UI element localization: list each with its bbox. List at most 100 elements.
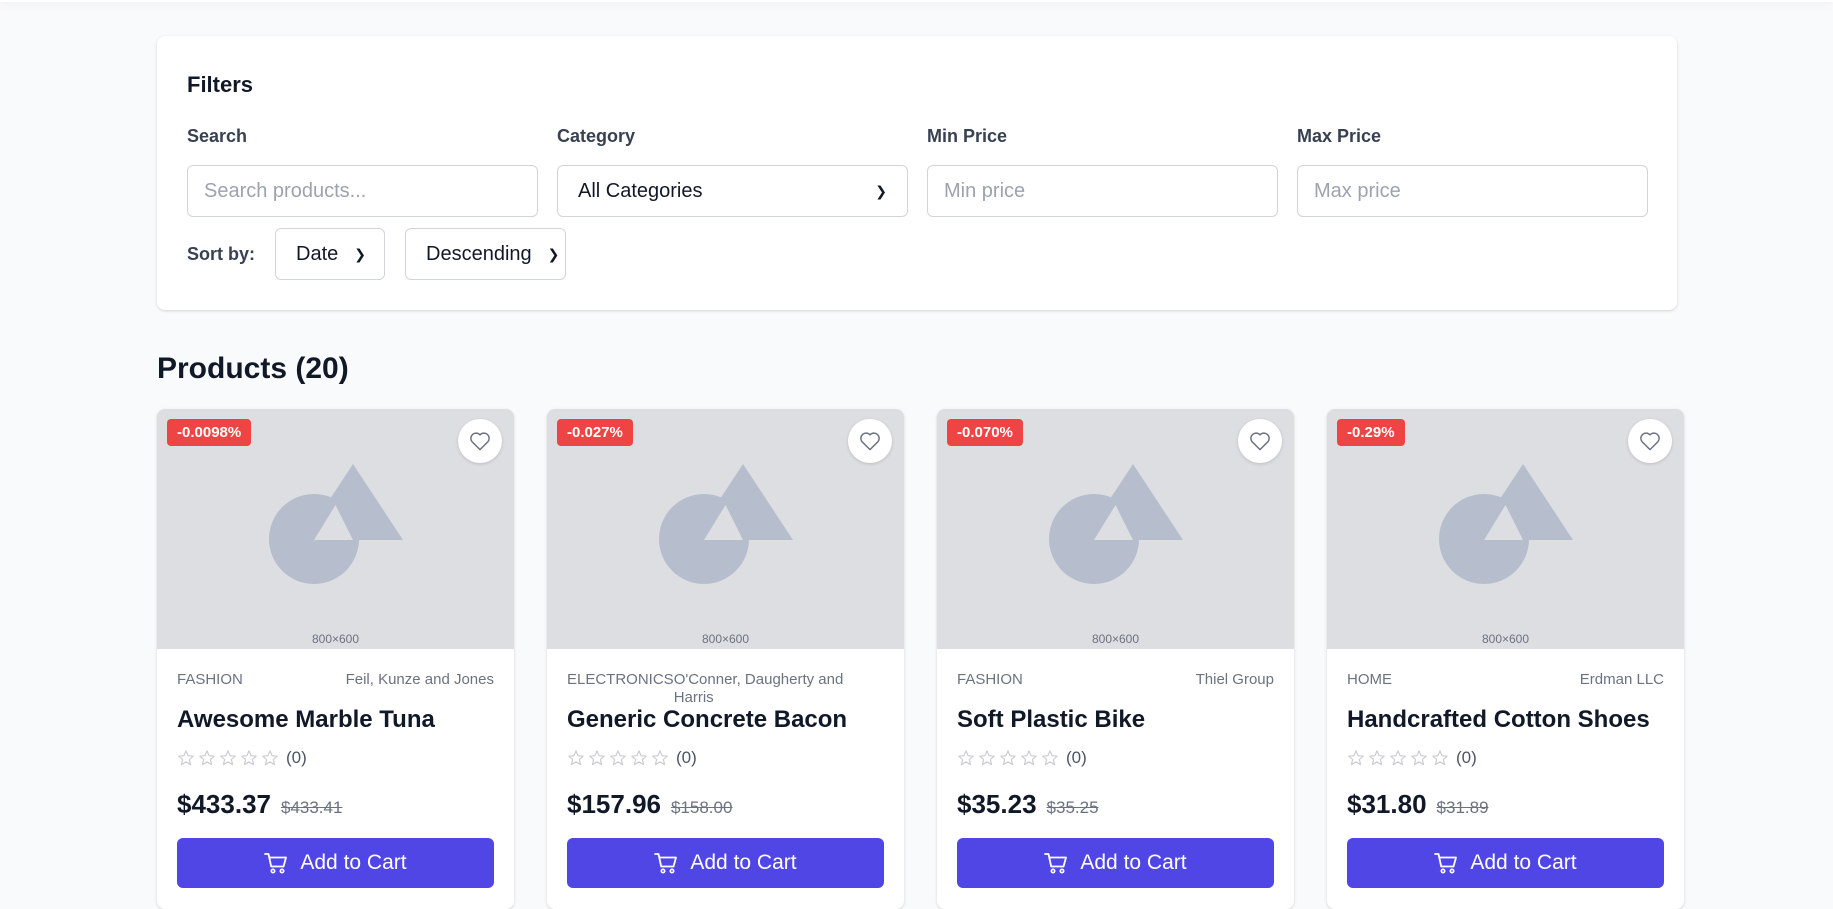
sort-order-select[interactable]: Descending ❯ xyxy=(405,228,567,280)
category-select-value: All Categories xyxy=(578,179,703,202)
product-meta: HOME Erdman LLC xyxy=(1347,671,1664,689)
product-image[interactable]: 800×600 -0.29% xyxy=(1327,409,1684,649)
star-rating xyxy=(567,749,669,767)
product-meta: FASHION Thiel Group xyxy=(957,671,1274,689)
heart-icon xyxy=(1250,432,1270,451)
product-card[interactable]: 800×600 -0.29% HOME Erdman LLC Handcraft… xyxy=(1327,409,1684,909)
product-brand: Feil, Kunze and Jones xyxy=(345,671,494,688)
product-card[interactable]: 800×600 -0.070% FASHION Thiel Group Soft… xyxy=(937,409,1294,909)
cart-icon xyxy=(1434,853,1458,874)
price-row: $157.96 $158.00 xyxy=(567,789,884,821)
product-old-price: $31.89 xyxy=(1436,798,1489,817)
wishlist-button[interactable] xyxy=(848,419,892,463)
image-dimensions-label: 800×600 xyxy=(311,632,360,646)
product-image[interactable]: 800×600 -0.027% xyxy=(547,409,904,649)
star-icon xyxy=(1348,750,1364,766)
product-category: FASHION xyxy=(177,671,243,688)
sort-label: Sort by: xyxy=(187,243,256,264)
product-category: FASHION xyxy=(957,671,1023,688)
search-label: Search xyxy=(187,126,248,146)
wishlist-button[interactable] xyxy=(458,419,502,463)
rating-count: (0) xyxy=(1066,748,1087,767)
cart-icon xyxy=(1044,853,1068,874)
max-price-field: Max Price xyxy=(1297,123,1648,217)
product-brand: Thiel Group xyxy=(1195,671,1274,688)
star-icon xyxy=(631,750,647,766)
star-icon xyxy=(958,750,974,766)
search-input[interactable] xyxy=(187,165,538,217)
star-icon xyxy=(610,750,626,766)
star-icon xyxy=(178,750,194,766)
add-to-cart-label: Add to Cart xyxy=(300,851,407,874)
star-icon xyxy=(262,750,278,766)
add-to-cart-button[interactable]: Add to Cart xyxy=(567,838,884,888)
max-price-input[interactable] xyxy=(1297,165,1648,217)
image-dimensions-label: 800×600 xyxy=(1481,632,1530,646)
product-old-price: $158.00 xyxy=(670,798,733,817)
sort-controls: Sort by: Date ❯ Descending ❯ xyxy=(187,228,586,280)
price-row: $35.23 $35.25 xyxy=(957,789,1274,821)
add-to-cart-label: Add to Cart xyxy=(1470,851,1577,874)
sort-field-value: Date xyxy=(296,242,339,265)
search-field: Search xyxy=(187,123,538,217)
star-icon xyxy=(1432,750,1448,766)
star-rating xyxy=(1347,749,1449,767)
product-name[interactable]: Generic Concrete Bacon xyxy=(567,705,884,735)
star-icon xyxy=(1390,750,1406,766)
cart-icon xyxy=(264,853,288,874)
add-to-cart-button[interactable]: Add to Cart xyxy=(957,838,1274,888)
products-heading: Products (20) xyxy=(157,352,349,385)
add-to-cart-button[interactable]: Add to Cart xyxy=(177,838,494,888)
star-rating xyxy=(177,749,279,767)
filters-panel: Filters Search Category All Categories ❯… xyxy=(157,36,1677,310)
star-icon xyxy=(1369,750,1385,766)
filters-title: Filters xyxy=(187,72,254,97)
product-name[interactable]: Handcrafted Cotton Shoes xyxy=(1347,705,1664,735)
rating-count: (0) xyxy=(676,748,697,767)
product-meta: ELECTRONICS O'Conner, Daugherty and Harr… xyxy=(567,671,884,706)
cart-icon xyxy=(654,853,678,874)
product-old-price: $433.41 xyxy=(280,798,343,817)
product-card[interactable]: 800×600 -0.0098% FASHION Feil, Kunze and… xyxy=(157,409,514,909)
wishlist-button[interactable] xyxy=(1238,419,1282,463)
product-card[interactable]: 800×600 -0.027% ELECTRONICS O'Conner, Da… xyxy=(547,409,904,909)
star-icon xyxy=(1000,750,1016,766)
product-rating: (0) xyxy=(957,747,1274,769)
product-category: ELECTRONICS xyxy=(567,671,674,688)
heart-icon xyxy=(860,432,880,451)
discount-badge: -0.29% xyxy=(1337,419,1405,446)
add-to-cart-button[interactable]: Add to Cart xyxy=(1347,838,1664,888)
max-price-label: Max Price xyxy=(1297,126,1382,146)
product-brand: Erdman LLC xyxy=(1579,671,1664,688)
price-row: $31.80 $31.89 xyxy=(1347,789,1664,821)
product-image[interactable]: 800×600 -0.0098% xyxy=(157,409,514,649)
chevron-down-icon: ❯ xyxy=(547,245,560,262)
min-price-input[interactable] xyxy=(927,165,1278,217)
top-nav-shadow xyxy=(0,0,1833,2)
min-price-label: Min Price xyxy=(927,126,1008,146)
product-old-price: $35.25 xyxy=(1046,798,1099,817)
star-icon xyxy=(979,750,995,766)
product-rating: (0) xyxy=(177,747,494,769)
product-rating: (0) xyxy=(567,747,884,769)
product-meta: FASHION Feil, Kunze and Jones xyxy=(177,671,494,689)
category-select[interactable]: All Categories ❯ xyxy=(557,165,908,217)
product-name[interactable]: Awesome Marble Tuna xyxy=(177,705,494,735)
discount-badge: -0.027% xyxy=(557,419,633,446)
product-price: $157.96 xyxy=(567,789,661,819)
star-icon xyxy=(241,750,257,766)
heart-icon xyxy=(470,432,490,451)
image-dimensions-label: 800×600 xyxy=(701,632,750,646)
rating-count: (0) xyxy=(1456,748,1477,767)
product-price: $35.23 xyxy=(957,789,1037,819)
product-name[interactable]: Soft Plastic Bike xyxy=(957,705,1274,735)
product-image[interactable]: 800×600 -0.070% xyxy=(937,409,1294,649)
product-category: HOME xyxy=(1347,671,1392,688)
heart-icon xyxy=(1640,432,1660,451)
product-price: $433.37 xyxy=(177,789,271,819)
category-field: Category All Categories ❯ xyxy=(557,123,908,217)
add-to-cart-label: Add to Cart xyxy=(690,851,797,874)
wishlist-button[interactable] xyxy=(1628,419,1672,463)
sort-field-select[interactable]: Date ❯ xyxy=(275,228,386,280)
chevron-down-icon: ❯ xyxy=(354,245,366,262)
